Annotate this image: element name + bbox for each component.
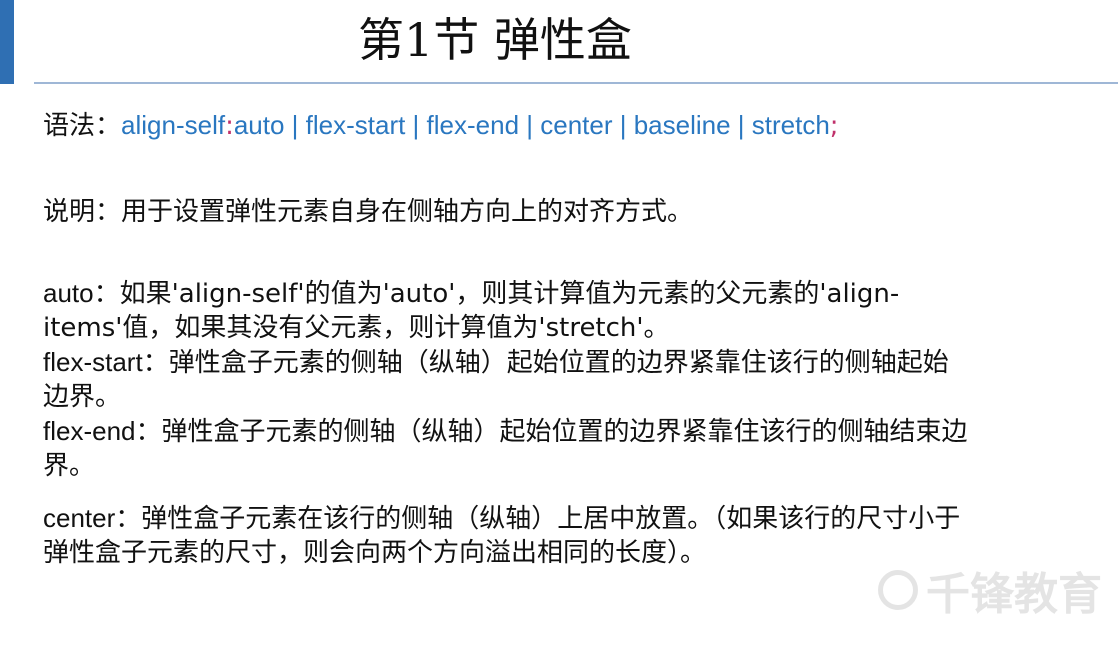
syntax-semicolon: ; — [829, 111, 839, 141]
description-text: 用于设置弹性元素自身在侧轴方向上的对齐方式。 — [121, 197, 694, 227]
watermark-text: 千锋教育 — [926, 569, 1102, 620]
value-center: center：弹性盒子元素在该行的侧轴（纵轴）上居中放置。（如果该行的尺寸小于弹… — [43, 501, 973, 570]
value-term: flex-start — [43, 347, 143, 377]
value-flex-start: flex-start：弹性盒子元素的侧轴（纵轴）起始位置的边界紧靠住该行的侧轴起… — [43, 345, 973, 414]
brand-circle-icon — [878, 570, 918, 610]
value-term: flex-end — [43, 416, 136, 446]
description-line: 说明：用于设置弹性元素自身在侧轴方向上的对齐方式。 — [43, 195, 973, 229]
title-divider — [34, 82, 1118, 84]
slide-title: 第1节 弹性盒 — [358, 13, 632, 67]
slide-content: 语法：align-self:auto | flex-start | flex-e… — [43, 108, 973, 570]
syntax-label: 语法： — [43, 111, 122, 141]
value-term: center — [43, 503, 116, 533]
value-description: ：弹性盒子元素的侧轴（纵轴）起始位置的边界紧靠住该行的侧轴起始边界。 — [43, 348, 949, 412]
value-description: ：弹性盒子元素在该行的侧轴（纵轴）上居中放置。（如果该行的尺寸小于弹性盒子元素的… — [43, 504, 961, 568]
description-label: 说明： — [43, 197, 122, 227]
syntax-property: align-self — [121, 110, 226, 140]
value-flex-end: flex-end：弹性盒子元素的侧轴（纵轴）起始位置的边界紧靠住该行的侧轴结束边… — [43, 414, 973, 483]
syntax-values: auto | flex-start | flex-end | center | … — [233, 110, 830, 140]
brand-watermark: 千锋教育 — [878, 560, 1118, 620]
value-description: ：如果'align-self'的值为'auto'，则其计算值为元素的父元素的'a… — [43, 279, 900, 343]
title-accent-bar — [0, 0, 14, 84]
value-description: ：弹性盒子元素的侧轴（纵轴）起始位置的边界紧靠住该行的侧轴结束边界。 — [43, 417, 968, 481]
syntax-line: 语法：align-self:auto | flex-start | flex-e… — [43, 108, 973, 143]
value-term: auto — [43, 278, 94, 308]
syntax-colon: : — [225, 111, 234, 141]
value-auto: auto：如果'align-self'的值为'auto'，则其计算值为元素的父元… — [43, 276, 973, 345]
